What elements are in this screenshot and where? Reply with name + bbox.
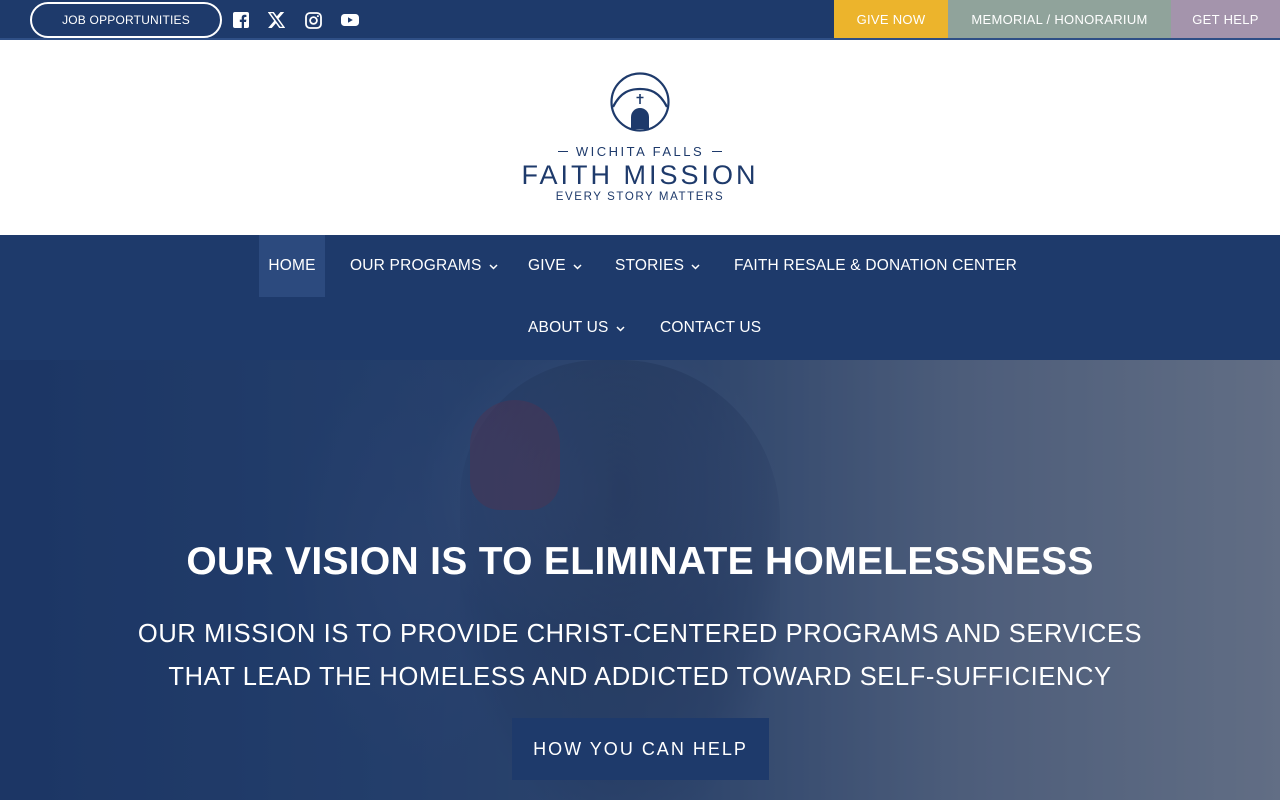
give-now-button[interactable]: GIVE NOW [834,0,948,38]
youtube-icon[interactable] [340,10,360,30]
nav-item-stories[interactable]: STORIES [615,235,700,297]
chevron-down-icon [489,264,498,270]
nav-label: HOME [268,257,316,274]
hero-subtitle-line-2: THAT LEAD THE HOMELESS AND ADDICTED TOWA… [168,663,1112,691]
hero-subtitle-line-1: OUR MISSION IS TO PROVIDE CHRIST-CENTERE… [137,620,1143,648]
hero-subtitle: OUR MISSION IS TO PROVIDE CHRIST-CENTERE… [0,613,1280,699]
mission-logo-icon [610,72,670,132]
logo-name-text: FAITH MISSION [521,160,759,190]
x-icon[interactable] [266,10,286,30]
nav-label: CONTACT US [660,319,762,336]
memorial-honorarium-button[interactable]: MEMORIAL / HONORARIUM [948,0,1171,38]
nav-item-give[interactable]: GIVE [528,235,582,297]
nav-label: GIVE [528,257,566,274]
nav-item-faith-resale[interactable]: FAITH RESALE & DONATION CENTER [734,235,1017,297]
hero-section: OUR VISION IS TO ELIMINATE HOMELESSNESS … [0,360,1280,800]
facebook-icon[interactable] [231,10,251,30]
how-you-can-help-button[interactable]: HOW YOU CAN HELP [512,718,769,780]
nav-item-our-programs[interactable]: OUR PROGRAMS [350,235,498,297]
chevron-down-icon [573,264,582,270]
chevron-down-icon [691,264,700,270]
nav-item-contact-us[interactable]: CONTACT US [660,297,761,359]
nav-label: ABOUT US [528,319,609,336]
logo-city-text: WICHITA FALLS [0,144,1280,159]
main-nav: HOME OUR PROGRAMS GIVE STORIES FAITH RES… [0,235,1280,360]
site-header: WICHITA FALLS FAITH MISSION EVERY STORY … [0,40,1280,235]
nav-label: FAITH RESALE & DONATION CENTER [734,257,1018,274]
top-bar: JOB OPPORTUNITIES GIVE NOW MEMORIAL / HO… [0,0,1280,40]
nav-label: OUR PROGRAMS [350,257,482,274]
logo-tagline: EVERY STORY MATTERS [555,191,725,203]
job-opportunities-button[interactable]: JOB OPPORTUNITIES [30,2,222,38]
nav-item-about-us[interactable]: ABOUT US [528,297,625,359]
hero-title: OUR VISION IS TO ELIMINATE HOMELESSNESS [186,540,1094,583]
nav-label: STORIES [615,257,685,274]
instagram-icon[interactable] [303,10,323,30]
chevron-down-icon [616,326,625,332]
nav-item-home[interactable]: HOME [259,235,325,297]
get-help-button[interactable]: GET HELP [1171,0,1280,38]
